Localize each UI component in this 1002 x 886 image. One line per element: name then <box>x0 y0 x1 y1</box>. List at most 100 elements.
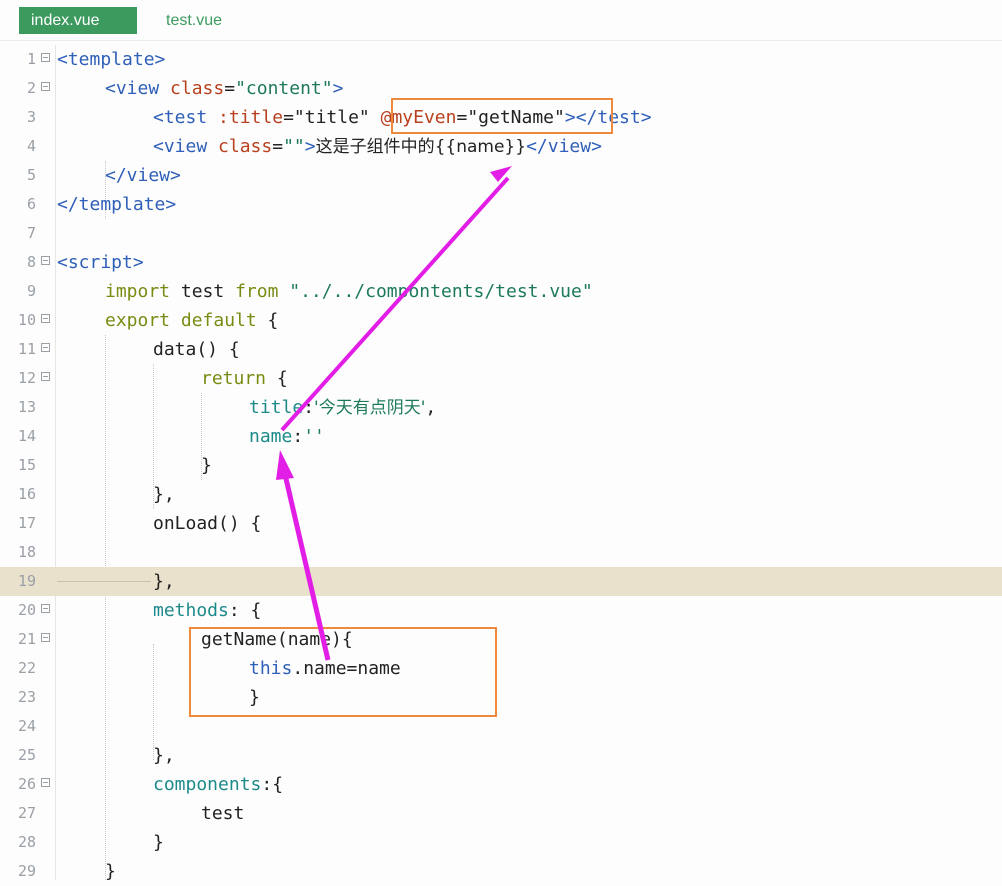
fold-toggle-icon[interactable] <box>41 82 50 91</box>
code-token: } <box>105 861 116 882</box>
code-token: "../../compontents/test.vue" <box>278 281 593 302</box>
code-line: 10 export default { <box>0 306 1002 335</box>
code-token: : <box>228 600 240 621</box>
line-number: 13 <box>17 398 36 416</box>
fold-toggle-icon[interactable] <box>41 53 50 62</box>
fold-toggle-icon[interactable] <box>41 256 50 265</box>
code-token: { <box>266 368 288 389</box>
code-token: import <box>105 281 171 302</box>
editor-tab-bar: index.vue test.vue <box>0 0 1002 40</box>
code-token: > <box>304 136 316 157</box>
line-number: 26 <box>17 775 36 793</box>
code-token: title <box>249 397 304 418</box>
code-token: from <box>235 281 279 302</box>
line-number: 16 <box>17 485 36 503</box>
line-number: 20 <box>17 601 36 619</box>
line-number: 8 <box>26 253 36 271</box>
fold-toggle-icon[interactable] <box>41 633 50 642</box>
indent-guide <box>57 581 151 582</box>
code-line: 11 data() { <box>0 335 1002 364</box>
code-token: { <box>256 310 279 331</box>
code-line: 6 </template> <box>0 190 1002 219</box>
line-number: 11 <box>17 340 36 358</box>
code-token: <template> <box>57 49 166 70</box>
code-line: 26 components:{ <box>0 770 1002 799</box>
code-line: 14 name:'' <box>0 422 1002 451</box>
line-number: 19 <box>17 572 36 590</box>
code-token: } <box>201 455 212 476</box>
annotation-box-method <box>189 627 497 717</box>
fold-toggle-icon[interactable] <box>41 314 50 323</box>
code-token: : <box>303 397 315 418</box>
line-number: 24 <box>17 717 36 735</box>
code-token: , <box>425 397 437 418</box>
line-number: 18 <box>17 543 36 561</box>
fold-toggle-icon[interactable] <box>41 604 50 613</box>
code-line: 1 <template> <box>0 45 1002 74</box>
code-token: onLoad() { <box>153 513 262 534</box>
code-token: }, <box>153 484 175 505</box>
code-line: 16 }, <box>0 480 1002 509</box>
code-token: <view <box>105 78 160 99</box>
line-number: 14 <box>17 427 36 445</box>
code-line: 5 </view> <box>0 161 1002 190</box>
code-token: methods <box>153 600 229 621</box>
tab-divider <box>0 40 1002 41</box>
code-token: </template> <box>57 194 177 215</box>
code-token: <view <box>153 136 208 157</box>
line-number: 2 <box>26 79 36 97</box>
code-line: 18 <box>0 538 1002 567</box>
code-token: "title" <box>293 107 370 128</box>
line-number: 7 <box>26 224 36 242</box>
code-token: '今天有点阴天' <box>314 398 426 418</box>
fold-toggle-icon[interactable] <box>41 372 50 381</box>
code-token: </view> <box>526 136 602 157</box>
line-number: 15 <box>17 456 36 474</box>
code-token: 这是子组件中的{{name}} <box>315 137 527 157</box>
code-token: test <box>170 281 236 302</box>
code-line: 4 <view class="">这是子组件中的{{name}}</view> <box>0 132 1002 161</box>
code-token: : <box>292 426 304 447</box>
code-token: data() { <box>153 339 240 360</box>
line-number: 17 <box>17 514 36 532</box>
code-line: 12 return { <box>0 364 1002 393</box>
line-number: 27 <box>17 804 36 822</box>
tab-index-vue[interactable]: index.vue <box>19 7 137 34</box>
code-token: > <box>332 78 344 99</box>
code-line: 23 } <box>0 683 1002 712</box>
code-line: 20 methods: { <box>0 596 1002 625</box>
code-token: "" <box>283 136 305 157</box>
line-number: 9 <box>26 282 36 300</box>
code-token: return <box>201 368 267 389</box>
code-token: :title <box>218 107 284 128</box>
line-number: 10 <box>17 311 36 329</box>
line-number: 28 <box>17 833 36 851</box>
code-line: 27 test <box>0 799 1002 828</box>
line-number: 29 <box>17 862 36 880</box>
code-editor[interactable]: 1 <template> 2 <view class="content"> 3 … <box>0 45 1002 882</box>
code-token: components <box>153 774 262 795</box>
code-token: test <box>201 803 245 824</box>
fold-toggle-icon[interactable] <box>41 343 50 352</box>
code-token: } <box>153 832 164 853</box>
code-token: { <box>272 774 284 795</box>
code-token: class <box>218 136 273 157</box>
tab-test-vue[interactable]: test.vue <box>154 7 254 34</box>
code-line: 8 <script> <box>0 248 1002 277</box>
line-number: 25 <box>17 746 36 764</box>
annotation-box-event <box>391 98 613 134</box>
code-line: 9 import test from "../../compontents/te… <box>0 277 1002 306</box>
fold-toggle-icon[interactable] <box>41 778 50 787</box>
line-number: 4 <box>26 137 36 155</box>
code-token: = <box>283 107 294 128</box>
line-number: 12 <box>17 369 36 387</box>
code-line: 7 <box>0 219 1002 248</box>
code-token: <test <box>153 107 208 128</box>
code-line: 25 }, <box>0 741 1002 770</box>
code-line: 17 onLoad() { <box>0 509 1002 538</box>
code-token: </view> <box>105 165 181 186</box>
line-number: 3 <box>26 108 36 126</box>
code-line: 13 title:'今天有点阴天', <box>0 393 1002 422</box>
code-line: 22 this.name=name <box>0 654 1002 683</box>
code-token: "content" <box>235 78 333 99</box>
